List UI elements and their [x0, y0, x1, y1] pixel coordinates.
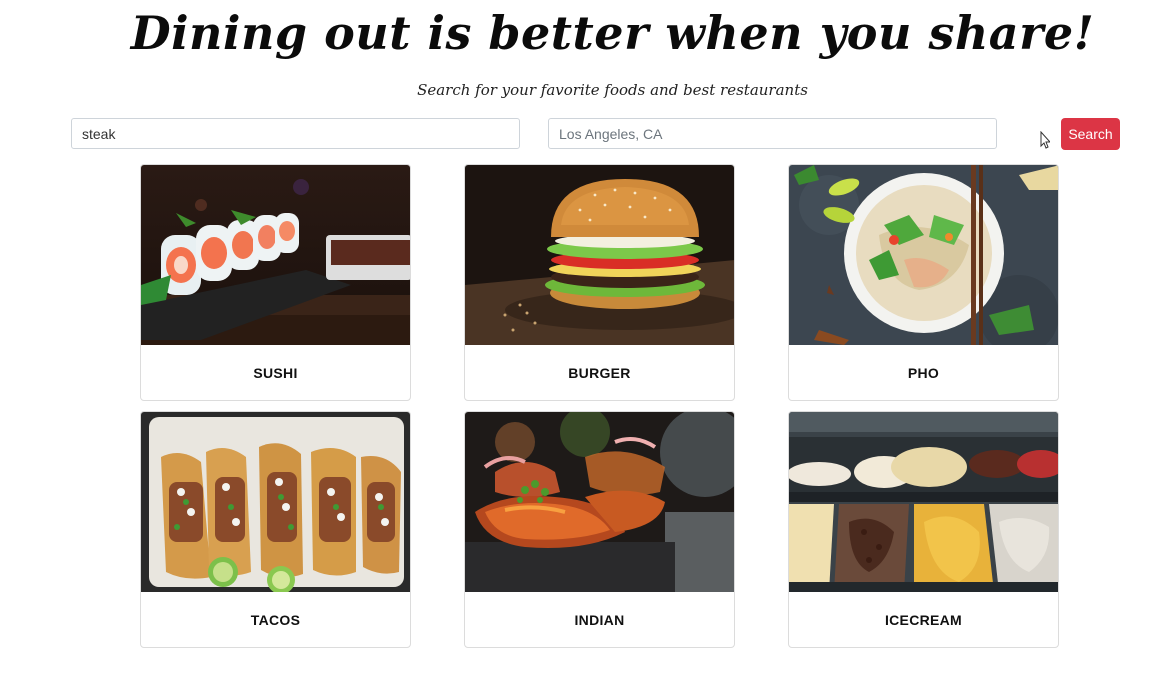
ice-cream-display-photo [789, 412, 1058, 592]
page-subtitle: Search for your favorite foods and best … [417, 81, 808, 99]
page-title: Dining out is better when you share! [130, 6, 1095, 60]
category-label: BURGER [568, 365, 631, 381]
category-card-pho[interactable]: PHO [788, 164, 1059, 401]
sushi-rolls-photo [141, 165, 410, 345]
category-label: TACOS [250, 612, 301, 628]
category-label: INDIAN [574, 612, 625, 628]
category-label: ICECREAM [884, 612, 963, 628]
search-bar [0, 118, 1165, 151]
pho-bowl-photo [789, 165, 1058, 345]
text-cursor-icon [1040, 131, 1050, 149]
category-label: SUSHI [253, 365, 298, 381]
category-card-icecream[interactable]: ICECREAM [788, 411, 1059, 648]
category-label: PHO [907, 365, 940, 381]
food-search-input[interactable] [71, 118, 520, 149]
tacos-photo [141, 412, 410, 592]
location-input[interactable] [548, 118, 997, 149]
category-card-burger[interactable]: BURGER [464, 164, 735, 401]
indian-skewers-photo [465, 412, 734, 592]
category-card-tacos[interactable]: TACOS [140, 411, 411, 648]
burger-photo [465, 165, 734, 345]
search-button[interactable]: Search [1061, 118, 1120, 150]
category-card-indian[interactable]: INDIAN [464, 411, 735, 648]
category-card-sushi[interactable]: SUSHI [140, 164, 411, 401]
